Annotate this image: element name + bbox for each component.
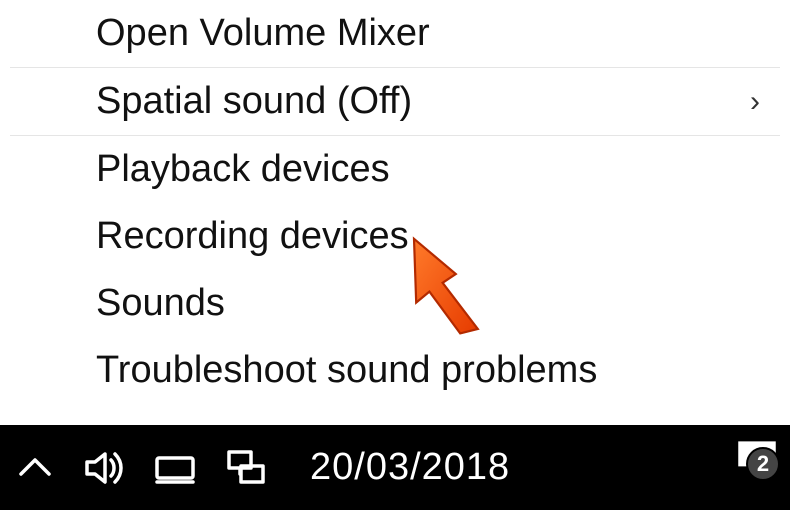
tray-overflow-icon[interactable] xyxy=(0,425,70,510)
menu-sounds[interactable]: Sounds xyxy=(0,270,790,337)
keyboard-icon[interactable] xyxy=(140,425,210,510)
notification-count-badge: 2 xyxy=(746,447,780,481)
menu-item-label: Troubleshoot sound problems xyxy=(96,349,597,392)
menu-playback-devices[interactable]: Playback devices xyxy=(0,136,790,203)
taskbar: 20/03/2018 2 xyxy=(0,425,790,510)
menu-spatial-sound[interactable]: Spatial sound (Off) › xyxy=(0,68,790,135)
menu-item-label: Sounds xyxy=(96,282,225,325)
menu-item-label: Spatial sound (Off) xyxy=(96,80,412,123)
action-center-icon[interactable]: 2 xyxy=(732,433,782,483)
network-icon[interactable] xyxy=(210,425,280,510)
menu-item-label: Open Volume Mixer xyxy=(96,12,430,55)
sound-context-menu: Open Volume Mixer Spatial sound (Off) › … xyxy=(0,0,790,425)
menu-open-volume-mixer[interactable]: Open Volume Mixer xyxy=(0,0,790,67)
taskbar-date[interactable]: 20/03/2018 xyxy=(310,446,510,489)
volume-icon[interactable] xyxy=(70,425,140,510)
menu-troubleshoot[interactable]: Troubleshoot sound problems xyxy=(0,337,790,404)
menu-item-label: Recording devices xyxy=(96,215,409,258)
chevron-right-icon: › xyxy=(750,85,760,119)
menu-item-label: Playback devices xyxy=(96,148,390,191)
menu-recording-devices[interactable]: Recording devices xyxy=(0,203,790,270)
